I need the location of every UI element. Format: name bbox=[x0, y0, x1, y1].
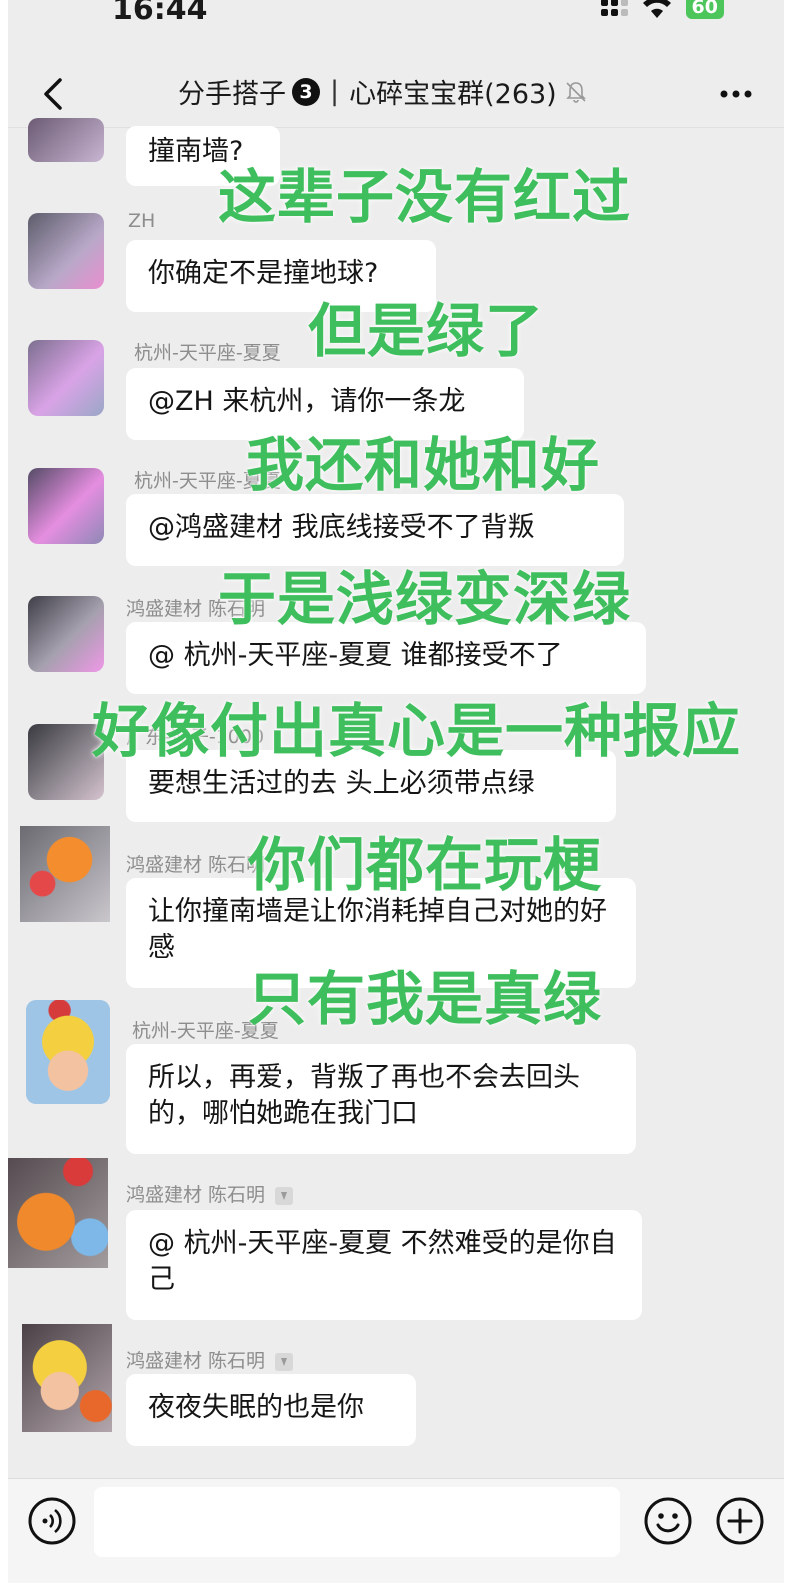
wifi-icon bbox=[642, 0, 671, 18]
muted-bell-icon bbox=[565, 81, 586, 103]
cellular-signal-icon bbox=[600, 0, 628, 16]
sender-name: ZH bbox=[128, 210, 156, 232]
back-arrow-icon[interactable] bbox=[34, 74, 74, 114]
battery-indicator: 60 bbox=[685, 0, 724, 19]
message-input[interactable] bbox=[94, 1487, 620, 1557]
message-bubble[interactable]: 夜夜失眠的也是你 bbox=[126, 1374, 416, 1446]
avatar[interactable] bbox=[26, 1000, 110, 1104]
status-time: 16:44 bbox=[112, 0, 208, 27]
avatar[interactable] bbox=[28, 596, 104, 672]
status-bar: 16:44 60 bbox=[8, 0, 784, 40]
message-text: 所以，再爱，背叛了再也不会去回头的，哪怕她跪在我门口 bbox=[148, 1062, 580, 1129]
sender-name: 鸿盛建材 陈石明 bbox=[126, 1346, 295, 1373]
more-options-icon[interactable] bbox=[714, 74, 758, 114]
title-prefix: 分手搭子 bbox=[178, 79, 286, 110]
avatar[interactable] bbox=[28, 213, 104, 289]
message-text: @ 杭州-天平座-夏夏 谁都接受不了 bbox=[148, 640, 563, 671]
message-bubble[interactable]: @ 杭州-天平座-夏夏 不然难受的是你自己 bbox=[126, 1210, 642, 1320]
voice-input-icon[interactable] bbox=[26, 1495, 78, 1547]
chat-title: 分手搭子 3 | 心碎宝宝群(263) bbox=[178, 72, 589, 111]
chat-header: 分手搭子 3 | 心碎宝宝群(263) bbox=[8, 56, 784, 128]
avatar[interactable] bbox=[28, 118, 104, 162]
group-name: 心碎宝宝群(263) bbox=[349, 79, 557, 110]
message-text: 夜夜失眠的也是你 bbox=[148, 1392, 364, 1423]
sender-name: 杭州-天平座-夏夏 bbox=[134, 342, 281, 364]
overlay-caption: 好像付出真心是一种报应 bbox=[92, 697, 742, 765]
overlay-caption: 我还和她和好 bbox=[246, 431, 601, 499]
message-text: @ZH 来杭州，请你一条龙 bbox=[148, 386, 466, 417]
member-tag-icon bbox=[275, 1352, 294, 1371]
message-bubble[interactable]: 所以，再爱，背叛了再也不会去回头的，哪怕她跪在我门口 bbox=[126, 1044, 636, 1154]
sender-name: 鸿盛建材 陈石明 bbox=[126, 1180, 295, 1207]
overlay-caption: 你们都在玩梗 bbox=[248, 831, 603, 899]
avatar[interactable] bbox=[28, 468, 104, 544]
overlay-caption: 只有我是真绿 bbox=[248, 965, 603, 1033]
member-tag-icon bbox=[275, 1186, 294, 1205]
input-bar bbox=[8, 1478, 784, 1583]
message-text: @ 杭州-天平座-夏夏 不然难受的是你自己 bbox=[148, 1228, 617, 1295]
overlay-caption: 于是浅绿变深绿 bbox=[218, 565, 632, 633]
add-attachment-icon[interactable] bbox=[714, 1495, 766, 1547]
message-text: 要想生活过的去 头上必须带点绿 bbox=[148, 768, 535, 799]
overlay-caption: 但是绿了 bbox=[308, 297, 545, 365]
sender-name-text: 鸿盛建材 陈石明 bbox=[126, 1184, 266, 1206]
sender-name: 鸿盛建材 陈石明 bbox=[126, 854, 266, 876]
title-separator: | bbox=[330, 76, 340, 107]
avatar[interactable] bbox=[20, 826, 110, 922]
status-icons: 60 bbox=[600, 0, 724, 20]
sender-name-text: 鸿盛建材 陈石明 bbox=[126, 1350, 266, 1372]
avatar[interactable] bbox=[8, 1158, 108, 1268]
overlay-caption: 这辈子没有红过 bbox=[218, 163, 632, 231]
unread-badge: 3 bbox=[292, 77, 320, 106]
chat-screen: 16:44 60 分手搭子 3 | 心碎宝宝群(263) 撞南墙? ZH 你确定… bbox=[8, 0, 784, 1583]
avatar[interactable] bbox=[22, 1324, 112, 1432]
message-text: @鸿盛建材 我底线接受不了背叛 bbox=[148, 512, 535, 543]
avatar[interactable] bbox=[28, 340, 104, 416]
emoji-icon[interactable] bbox=[642, 1495, 694, 1547]
